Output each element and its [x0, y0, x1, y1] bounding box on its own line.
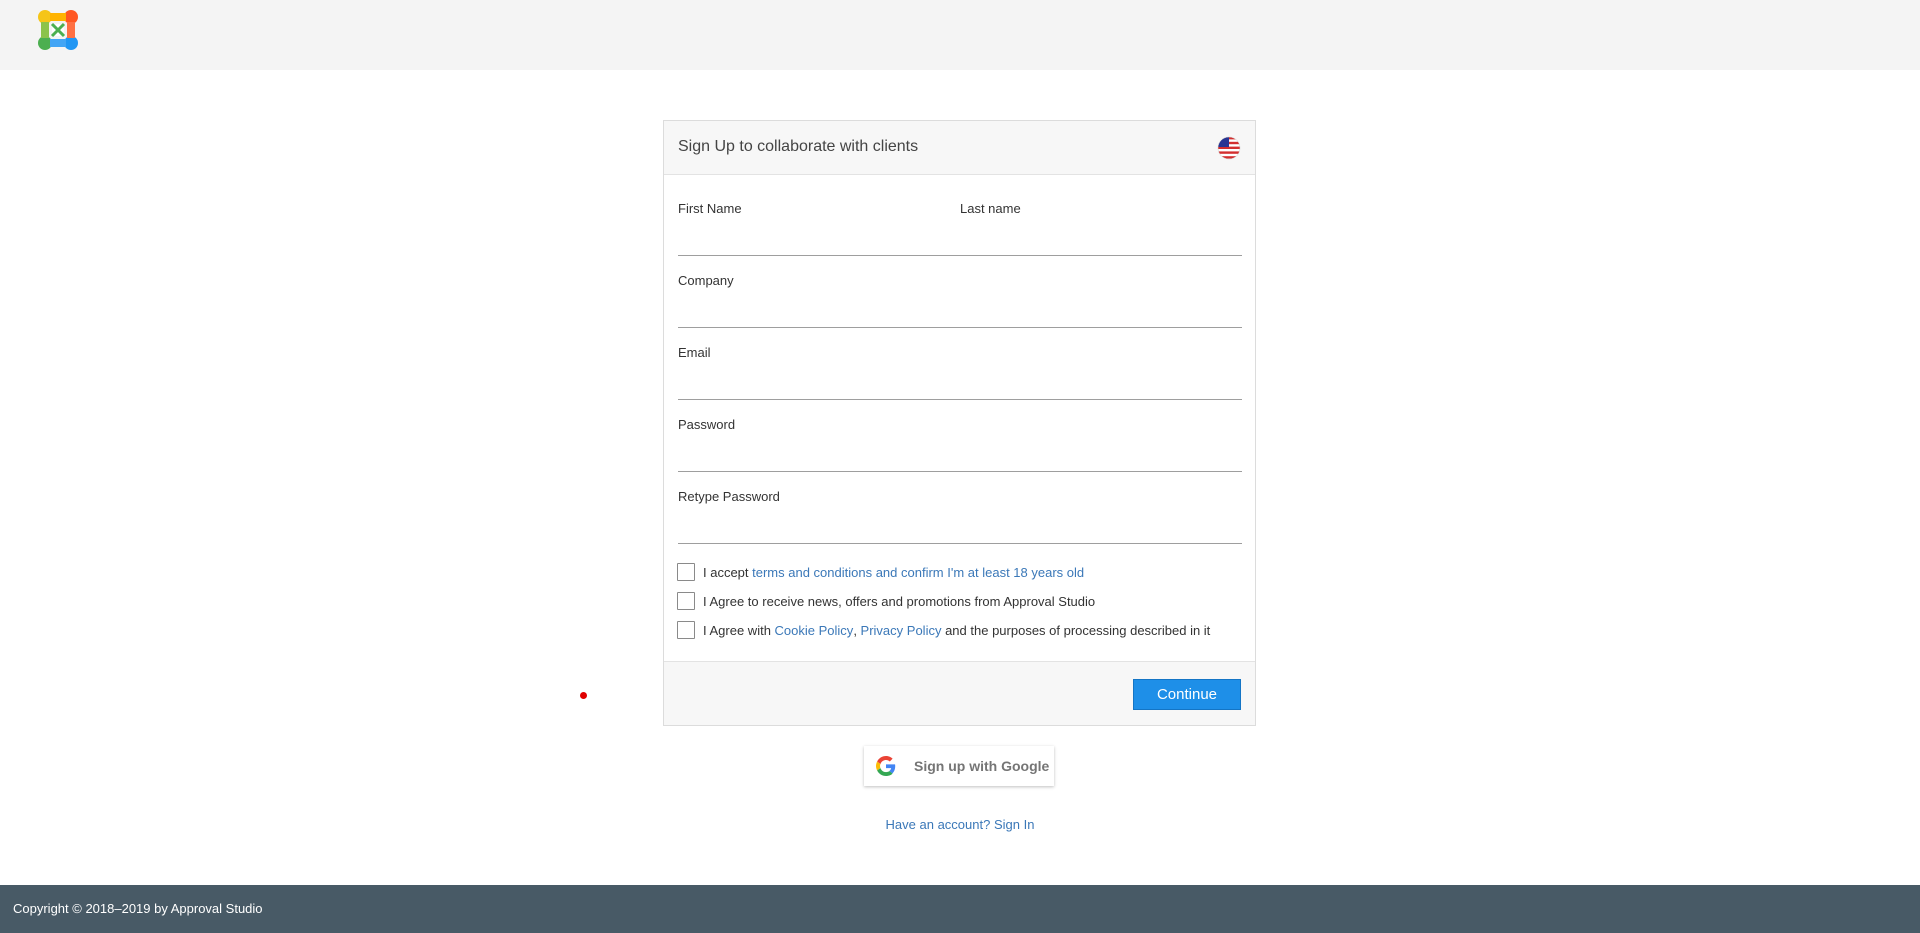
retype-password-field[interactable]	[678, 513, 1242, 535]
company-label: Company	[678, 273, 734, 288]
continue-button[interactable]: Continue	[1133, 679, 1241, 710]
google-icon	[876, 756, 896, 776]
cookies-prefix: I Agree with	[703, 622, 775, 638]
retype-password-label: Retype Password	[678, 489, 780, 504]
top-bar	[0, 0, 1920, 70]
terms-link[interactable]: terms and conditions and confirm I'm at …	[752, 565, 1084, 580]
signin-row: Have an account? Sign In	[0, 817, 1920, 832]
company-field[interactable]	[678, 297, 1242, 319]
news-text: I Agree to receive news, offers and prom…	[703, 593, 1096, 609]
last-name-label: Last name	[960, 201, 1021, 216]
password-underline	[678, 471, 1242, 472]
card-header: Sign Up to collaborate with clients	[664, 121, 1255, 175]
cookies-suffix: and the purposes of processing described…	[941, 622, 1211, 638]
signin-link[interactable]: Have an account? Sign In	[886, 817, 1035, 832]
first-name-label: First Name	[678, 201, 742, 216]
card-footer: Continue	[664, 661, 1255, 725]
company-underline	[678, 327, 1242, 328]
cookies-row: I Agree with Cookie Policy , Privacy Pol…	[677, 620, 1210, 640]
news-checkbox[interactable]	[677, 592, 695, 610]
email-underline	[678, 399, 1242, 400]
cursor-marker	[580, 692, 587, 699]
cookies-checkbox[interactable]	[677, 621, 695, 639]
page-footer: Copyright © 2018–2019 by Approval Studio	[0, 885, 1920, 933]
google-signup-button[interactable]: Sign up with Google	[864, 746, 1054, 786]
cookies-separator: ,	[853, 622, 861, 638]
first-name-field[interactable]	[678, 225, 950, 247]
password-label: Password	[678, 417, 736, 432]
google-signup-label: Sign up with Google	[914, 758, 1050, 774]
terms-row: I accept terms and conditions and confir…	[677, 562, 1084, 582]
terms-prefix: I accept	[703, 564, 753, 580]
email-label: Email	[678, 345, 711, 360]
retype-password-underline	[678, 543, 1242, 544]
copyright-text: Copyright © 2018–2019 by Approval Studio	[13, 901, 263, 916]
last-name-field[interactable]	[960, 225, 1228, 247]
signup-title: Sign Up to collaborate with clients	[678, 138, 919, 155]
terms-checkbox[interactable]	[677, 563, 695, 581]
name-underline	[678, 255, 1242, 256]
email-field[interactable]	[678, 369, 1242, 391]
privacy-policy-link[interactable]: Privacy Policy	[861, 623, 942, 638]
puzzle-logo-icon[interactable]	[36, 8, 80, 52]
password-field[interactable]	[678, 441, 1242, 463]
signup-card: Sign Up to collaborate with clients Firs…	[663, 120, 1256, 726]
us-flag-icon[interactable]	[1217, 136, 1241, 160]
cookie-policy-link[interactable]: Cookie Policy	[775, 623, 854, 638]
news-row: I Agree to receive news, offers and prom…	[677, 591, 1095, 611]
